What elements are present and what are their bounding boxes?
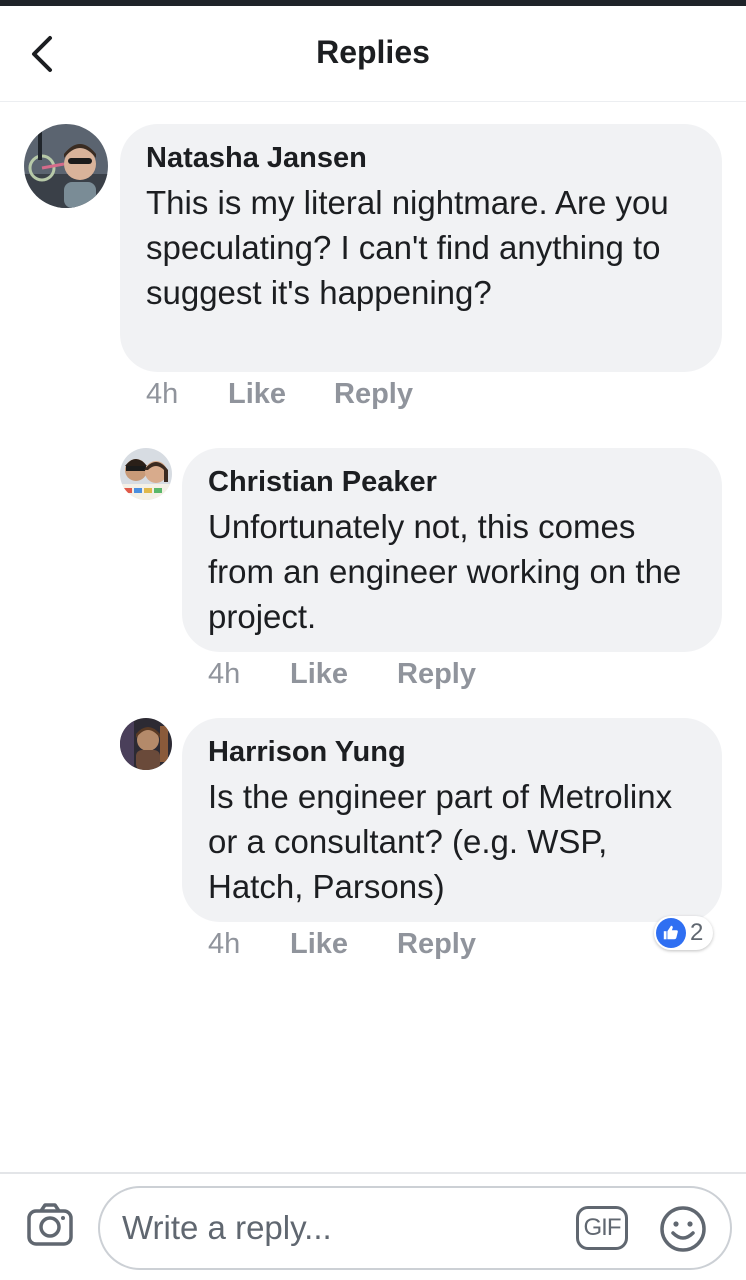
reply-button[interactable]: Reply (397, 658, 476, 691)
comment-text: Unfortunately not, this comes from an en… (208, 508, 682, 635)
comment-author[interactable]: Natasha Jansen (146, 142, 367, 175)
like-button[interactable]: Like (228, 378, 286, 411)
reply-button[interactable]: Reply (334, 378, 413, 411)
like-button[interactable]: Like (290, 658, 348, 691)
page-title: Replies (316, 34, 430, 70)
avatar[interactable] (120, 448, 172, 500)
comment-time: 4h (208, 928, 241, 960)
comment-text: Is the engineer part of Metrolinx or a c… (208, 778, 673, 905)
camera-button[interactable] (26, 1202, 74, 1248)
emoji-button[interactable] (658, 1204, 708, 1254)
comment-text: This is my literal nightmare. Are you sp… (146, 184, 669, 311)
smiley-icon (660, 1206, 706, 1252)
comment-time: 4h (146, 378, 179, 410)
like-button[interactable]: Like (290, 928, 348, 961)
comment-author[interactable]: Harrison Yung (208, 736, 406, 769)
camera-icon (27, 1203, 73, 1246)
thumbs-up-icon (656, 918, 686, 948)
reply-input[interactable] (122, 1206, 562, 1250)
avatar[interactable] (120, 718, 172, 770)
header: Replies (0, 6, 746, 102)
comment-author[interactable]: Christian Peaker (208, 466, 437, 499)
reaction-badge[interactable]: 2 (654, 916, 714, 950)
reply-composer: GIF (0, 1172, 746, 1280)
reply-button[interactable]: Reply (397, 928, 476, 961)
reaction-count: 2 (690, 919, 704, 946)
reply-input-box[interactable]: GIF (98, 1186, 732, 1270)
gif-button[interactable]: GIF (576, 1206, 628, 1250)
comment-time: 4h (208, 658, 241, 690)
avatar[interactable] (24, 124, 108, 208)
